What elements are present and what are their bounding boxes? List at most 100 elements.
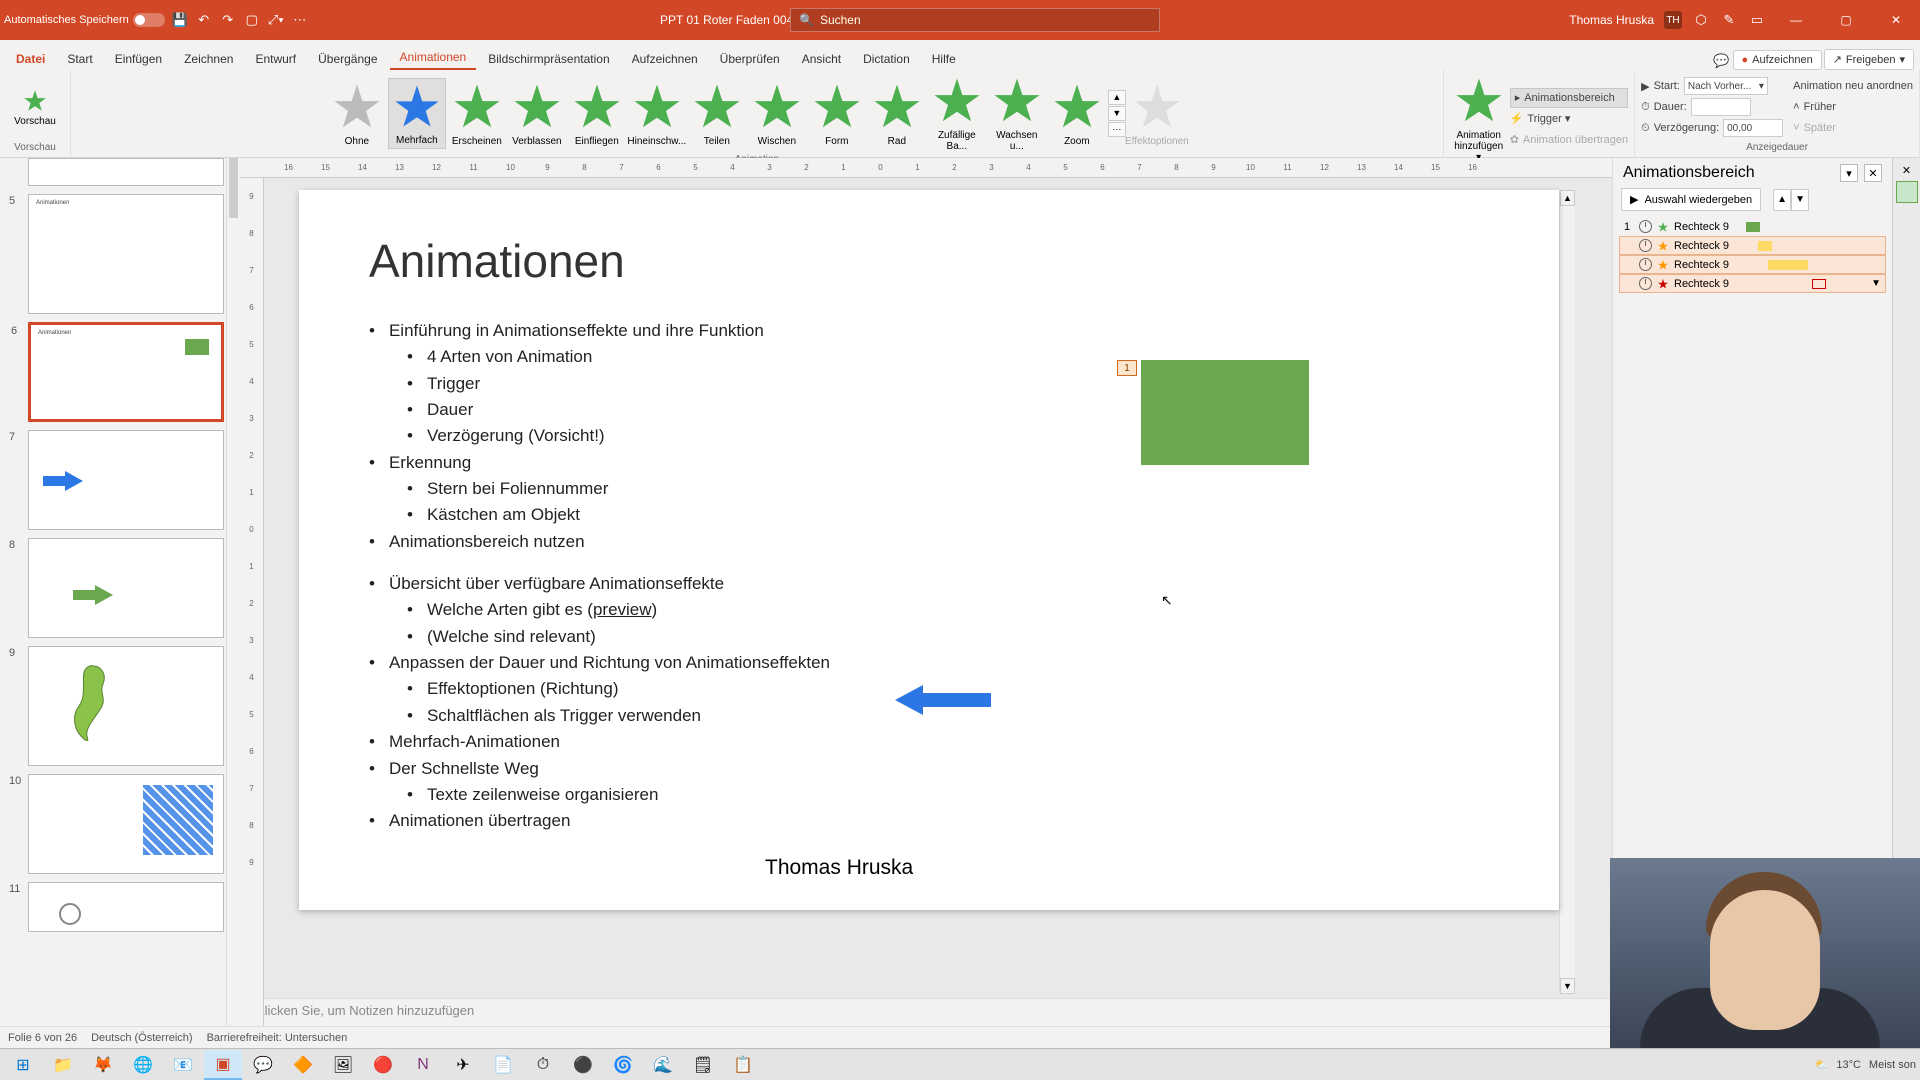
anim-item-3[interactable]: Rechteck 9 [1619,255,1886,274]
duration-input[interactable] [1691,98,1751,116]
tab-review[interactable]: Überprüfen [710,48,790,70]
move-down-icon[interactable]: ▼ [1791,189,1809,211]
anim-zoom[interactable]: Zoom [1048,78,1106,149]
edge-icon[interactable]: 🌊 [644,1050,682,1080]
thumb-10[interactable]: 10 [28,774,224,874]
thumb-6[interactable]: 6Animationen [28,322,224,422]
anim-randombars[interactable]: Zufällige Ba... [928,72,986,154]
anim-shape[interactable]: Form [808,78,866,149]
save-icon[interactable]: 💾 [171,11,189,29]
tab-animations[interactable]: Animationen [390,46,477,70]
maximize-button[interactable]: ▢ [1826,0,1866,40]
obs-icon[interactable]: ⚫ [564,1050,602,1080]
start-dropdown[interactable]: Nach Vorher...▾ [1684,77,1768,95]
comments-icon[interactable]: 💬 [1713,52,1731,70]
side-tab-animpane[interactable] [1896,181,1918,203]
anim-fade[interactable]: Verblassen [508,78,566,149]
notes-placeholder[interactable]: Klicken Sie, um Notizen hinzuzufügen [240,998,1612,1026]
canvas-vscroll[interactable]: ▲▼ [1559,190,1575,994]
powerpoint-icon[interactable]: ▣ [204,1050,242,1080]
slideshow-icon[interactable]: ▢ [243,11,261,29]
gallery-scroll[interactable]: ▲▼⋯ [1108,90,1126,137]
pane-dropdown-icon[interactable]: ▾ [1840,164,1858,182]
delay-input[interactable]: 00,00 [1723,119,1783,137]
app-icon[interactable]: ⏱ [524,1050,562,1080]
trigger-button[interactable]: ⚡ Trigger ▾ [1510,109,1628,129]
record-button[interactable]: ●Aufzeichnen [1733,50,1822,70]
start-menu-icon[interactable]: ⊞ [4,1050,42,1080]
anim-wheel[interactable]: Rad [868,78,926,149]
anim-wipe[interactable]: Wischen [748,78,806,149]
preview-link[interactable]: preview [593,600,652,619]
tab-slideshow[interactable]: Bildschirmpräsentation [478,48,619,70]
thumb-11[interactable]: 11 [28,882,224,932]
autosave-toggle[interactable]: Automatisches Speichern [4,13,165,27]
accessibility-label[interactable]: Barrierefreiheit: Untersuchen [207,1032,348,1044]
anim-floatin[interactable]: Hineinschw... [628,78,686,149]
app-icon[interactable]: 🔴 [364,1050,402,1080]
tab-insert[interactable]: Einfügen [105,48,172,70]
green-rectangle-shape[interactable] [1141,360,1309,465]
anim-item-4[interactable]: Rechteck 9▼ [1619,274,1886,293]
app-icon[interactable]: 🌀 [604,1050,642,1080]
app-icon[interactable]: 💬 [244,1050,282,1080]
tab-transitions[interactable]: Übergänge [308,48,387,70]
tab-design[interactable]: Entwurf [245,48,306,70]
outlook-icon[interactable]: 📧 [164,1050,202,1080]
app-icon[interactable]: 🗒 [684,1050,722,1080]
animation-number-tag[interactable]: 1 [1117,360,1137,376]
window-icon[interactable]: ▭ [1748,11,1766,29]
tab-help[interactable]: Hilfe [922,48,966,70]
weather-icon[interactable]: ⛅ [1815,1058,1829,1071]
pane-close-icon[interactable]: ✕ [1864,164,1882,182]
slide-counter[interactable]: Folie 6 von 26 [8,1032,77,1044]
anim-item-2[interactable]: Rechteck 9 [1619,236,1886,255]
vlc-icon[interactable]: 🔶 [284,1050,322,1080]
user-avatar[interactable]: TH [1664,11,1682,29]
thumb-5[interactable]: 5Animationen [28,194,224,314]
blue-arrow-shape[interactable] [895,685,991,715]
anim-none[interactable]: Ohne [328,78,386,149]
touch-icon[interactable]: ⤢▾ [267,11,285,29]
thumb-8[interactable]: 8 [28,538,224,638]
toggle-switch[interactable] [133,13,165,27]
tab-record[interactable]: Aufzeichnen [622,48,708,70]
anim-multiple[interactable]: Mehrfach [388,78,446,149]
thumb-partial[interactable] [28,158,224,186]
tab-draw[interactable]: Zeichnen [174,48,243,70]
thumb-9[interactable]: 9 [28,646,224,766]
preview-button[interactable]: Vorschau [6,86,64,129]
qat-more-icon[interactable]: ⋯ [291,11,309,29]
slide[interactable]: Animationen Einführung in Animationseffe… [299,190,1559,910]
search-input[interactable]: 🔍 Suchen [790,8,1160,32]
share-button[interactable]: ↗Freigeben▾ [1824,49,1914,70]
cloud-icon[interactable]: ⬡ [1692,11,1710,29]
play-selection-button[interactable]: ▶ Auswahl wiedergeben [1621,188,1761,211]
side-tab-close-icon[interactable]: ✕ [1902,164,1911,177]
telegram-icon[interactable]: ✈ [444,1050,482,1080]
app-icon[interactable]: 📋 [724,1050,762,1080]
thumb-7[interactable]: 7 [28,430,224,530]
tab-dictation[interactable]: Dictation [853,48,920,70]
pen-icon[interactable]: ✎ [1720,11,1738,29]
app-icon[interactable]: 📄 [484,1050,522,1080]
firefox-icon[interactable]: 🦊 [84,1050,122,1080]
app-icon[interactable]: 🖼 [324,1050,362,1080]
onenote-icon[interactable]: N [404,1050,442,1080]
anim-appear[interactable]: Erscheinen [448,78,506,149]
minimize-button[interactable]: — [1776,0,1816,40]
explorer-icon[interactable]: 📁 [44,1050,82,1080]
redo-icon[interactable]: ↷ [219,11,237,29]
anim-split[interactable]: Teilen [688,78,746,149]
add-animation-button[interactable]: Animation hinzufügen ▾ [1450,72,1508,165]
item-dropdown-icon[interactable]: ▼ [1871,278,1881,289]
anim-grow[interactable]: Wachsen u... [988,72,1046,154]
tab-start[interactable]: Start [57,48,102,70]
tab-view[interactable]: Ansicht [792,48,851,70]
username-label[interactable]: Thomas Hruska [1569,13,1654,27]
animation-pane-button[interactable]: ▸ Animationsbereich [1510,88,1628,108]
thumb-scrollbar[interactable] [226,158,240,1026]
chrome-icon[interactable]: 🌐 [124,1050,162,1080]
anim-item-1[interactable]: 1Rechteck 9 [1619,217,1886,236]
undo-icon[interactable]: ↶ [195,11,213,29]
